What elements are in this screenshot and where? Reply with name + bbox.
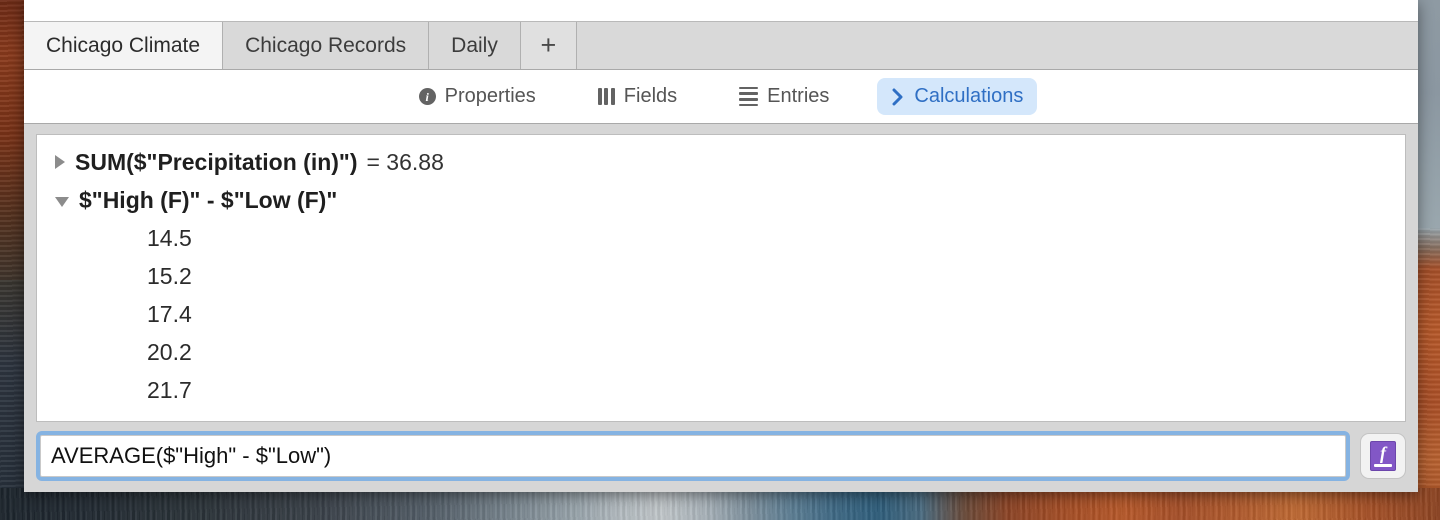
calculations-panel: SUM($"Precipitation (in)") = 36.88 $"Hig… (24, 124, 1418, 428)
tab-properties[interactable]: i Properties (405, 78, 550, 115)
wallpaper-right-texture (1418, 228, 1440, 520)
calculation-row[interactable]: $"High (F)" - $"Low (F)" (37, 181, 1405, 219)
tab-entries[interactable]: Entries (725, 78, 843, 115)
calculation-expression: $"High (F)" - $"Low (F)" (79, 186, 338, 213)
calculation-value-text: 20.2 (147, 338, 192, 365)
formula-bar: f (24, 428, 1418, 492)
calculation-value: 21.7 (37, 371, 1405, 409)
formula-input[interactable] (40, 435, 1346, 477)
tab-bar-filler (576, 22, 1418, 69)
tab-label: Chicago Climate (46, 33, 201, 57)
tab-calculations[interactable]: Calculations (877, 78, 1038, 115)
section-toolbar: i Properties Fields Entries Calculations (24, 70, 1418, 124)
add-tab-button[interactable]: + (520, 22, 577, 69)
disclosure-triangle-expanded-icon[interactable] (55, 196, 69, 207)
calculation-result: = 36.88 (366, 148, 444, 175)
calculation-value: 14.5 (37, 219, 1405, 257)
calculation-expression: SUM($"Precipitation (in)") (75, 148, 358, 175)
calculation-value-text: 14.5 (147, 224, 192, 251)
chevron-right-icon (891, 88, 905, 106)
columns-icon (597, 88, 615, 105)
calculation-value: 17.4 (37, 295, 1405, 333)
tab-bar: Chicago Climate Chicago Records Daily + (24, 22, 1418, 70)
calculation-value-text: 15.2 (147, 262, 192, 289)
wallpaper-left-texture (0, 0, 26, 520)
tab-fields[interactable]: Fields (584, 78, 691, 115)
wallpaper-bottom-texture (0, 488, 1440, 520)
tab-chicago-records[interactable]: Chicago Records (223, 22, 430, 69)
tab-daily[interactable]: Daily (429, 22, 521, 69)
wallpaper-right-upper (1418, 0, 1440, 232)
calculation-value: 15.2 (37, 257, 1405, 295)
tab-label: Daily (451, 33, 498, 57)
tab-entries-label: Entries (767, 85, 830, 107)
function-book-icon: f (1370, 441, 1396, 471)
info-icon: i (418, 88, 436, 105)
plus-icon: + (540, 30, 557, 60)
tab-properties-label: Properties (444, 85, 536, 107)
window-top-strip (24, 0, 1418, 22)
tab-label: Chicago Records (245, 33, 407, 57)
calculation-value-text: 17.4 (147, 300, 192, 327)
function-reference-button[interactable]: f (1360, 433, 1406, 479)
app-window: Chicago Climate Chicago Records Daily + … (24, 0, 1418, 492)
rows-icon (739, 86, 759, 107)
formula-input-focus-ring (36, 431, 1350, 481)
calculations-list[interactable]: SUM($"Precipitation (in)") = 36.88 $"Hig… (36, 134, 1406, 422)
calculation-row[interactable]: SUM($"Precipitation (in)") = 36.88 (37, 143, 1405, 181)
tab-calculations-label: Calculations (914, 85, 1024, 107)
calculation-value-text: 21.7 (147, 376, 192, 403)
tab-chicago-climate[interactable]: Chicago Climate (24, 22, 224, 69)
calculation-value: 20.2 (37, 333, 1405, 371)
disclosure-triangle-collapsed-icon[interactable] (55, 155, 65, 169)
tab-fields-label: Fields (623, 85, 678, 107)
